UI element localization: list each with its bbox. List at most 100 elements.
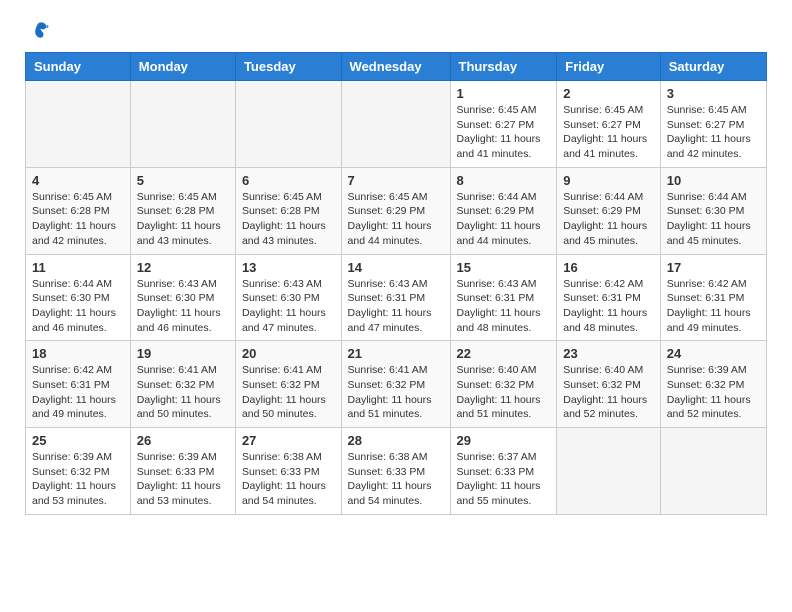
calendar-cell: 4 Sunrise: 6:45 AM Sunset: 6:28 PM Daylig… (26, 167, 131, 254)
calendar-cell (235, 81, 341, 168)
day-info: Sunrise: 6:45 AM Sunset: 6:27 PM Dayligh… (667, 103, 760, 162)
calendar-cell: 19 Sunrise: 6:41 AM Sunset: 6:32 PM Dayli… (130, 341, 235, 428)
calendar-cell: 26 Sunrise: 6:39 AM Sunset: 6:33 PM Dayli… (130, 428, 235, 515)
calendar-cell: 16 Sunrise: 6:42 AM Sunset: 6:31 PM Dayli… (557, 254, 660, 341)
day-number: 10 (667, 173, 760, 188)
day-info: Sunrise: 6:42 AM Sunset: 6:31 PM Dayligh… (32, 363, 124, 422)
calendar-cell: 25Sunrise: 6:39 AM Sunset: 6:32 PM Dayli… (26, 428, 131, 515)
calendar-container: SundayMondayTuesdayWednesdayThursdayFrid… (10, 47, 782, 525)
day-info: Sunrise: 6:42 AM Sunset: 6:31 PM Dayligh… (667, 277, 760, 336)
day-number: 27 (242, 433, 335, 448)
day-number: 9 (563, 173, 653, 188)
day-number: 14 (348, 260, 444, 275)
calendar-week-row: 4 Sunrise: 6:45 AM Sunset: 6:28 PM Daylig… (26, 167, 767, 254)
day-info: Sunrise: 6:39 AM Sunset: 6:32 PM Dayligh… (667, 363, 760, 422)
day-number: 29 (457, 433, 551, 448)
col-header-sunday: Sunday (26, 53, 131, 81)
day-number: 26 (137, 433, 229, 448)
col-header-thursday: Thursday (450, 53, 557, 81)
logo (25, 20, 49, 42)
calendar-cell: 9Sunrise: 6:44 AM Sunset: 6:29 PM Daylig… (557, 167, 660, 254)
calendar-week-row: 11 Sunrise: 6:44 AM Sunset: 6:30 PM Dayli… (26, 254, 767, 341)
calendar-cell: 20Sunrise: 6:41 AM Sunset: 6:32 PM Dayli… (235, 341, 341, 428)
day-number: 22 (457, 346, 551, 361)
day-info: Sunrise: 6:37 AM Sunset: 6:33 PM Dayligh… (457, 450, 551, 509)
calendar-week-row: 25Sunrise: 6:39 AM Sunset: 6:32 PM Dayli… (26, 428, 767, 515)
day-info: Sunrise: 6:44 AM Sunset: 6:29 PM Dayligh… (457, 190, 551, 249)
day-number: 11 (32, 260, 124, 275)
day-number: 19 (137, 346, 229, 361)
day-number: 17 (667, 260, 760, 275)
day-info: Sunrise: 6:40 AM Sunset: 6:32 PM Dayligh… (457, 363, 551, 422)
day-info: Sunrise: 6:41 AM Sunset: 6:32 PM Dayligh… (242, 363, 335, 422)
day-info: Sunrise: 6:45 AM Sunset: 6:27 PM Dayligh… (457, 103, 551, 162)
day-info: Sunrise: 6:38 AM Sunset: 6:33 PM Dayligh… (242, 450, 335, 509)
day-number: 3 (667, 86, 760, 101)
day-info: Sunrise: 6:45 AM Sunset: 6:27 PM Dayligh… (563, 103, 653, 162)
day-info: Sunrise: 6:43 AM Sunset: 6:30 PM Dayligh… (137, 277, 229, 336)
calendar-cell: 22 Sunrise: 6:40 AM Sunset: 6:32 PM Dayli… (450, 341, 557, 428)
calendar-cell (341, 81, 450, 168)
day-number: 21 (348, 346, 444, 361)
calendar-cell: 7 Sunrise: 6:45 AM Sunset: 6:29 PM Daylig… (341, 167, 450, 254)
day-number: 13 (242, 260, 335, 275)
col-header-monday: Monday (130, 53, 235, 81)
day-number: 12 (137, 260, 229, 275)
col-header-friday: Friday (557, 53, 660, 81)
day-info: Sunrise: 6:39 AM Sunset: 6:33 PM Dayligh… (137, 450, 229, 509)
calendar-cell: 18 Sunrise: 6:42 AM Sunset: 6:31 PM Dayli… (26, 341, 131, 428)
calendar-cell: 8 Sunrise: 6:44 AM Sunset: 6:29 PM Daylig… (450, 167, 557, 254)
calendar-cell: 14 Sunrise: 6:43 AM Sunset: 6:31 PM Dayli… (341, 254, 450, 341)
calendar-cell: 17 Sunrise: 6:42 AM Sunset: 6:31 PM Dayli… (660, 254, 766, 341)
calendar-cell (557, 428, 660, 515)
calendar-header-row: SundayMondayTuesdayWednesdayThursdayFrid… (26, 53, 767, 81)
day-number: 7 (348, 173, 444, 188)
day-info: Sunrise: 6:38 AM Sunset: 6:33 PM Dayligh… (348, 450, 444, 509)
day-info: Sunrise: 6:40 AM Sunset: 6:32 PM Dayligh… (563, 363, 653, 422)
calendar-cell: 21Sunrise: 6:41 AM Sunset: 6:32 PM Dayli… (341, 341, 450, 428)
calendar-cell: 12 Sunrise: 6:43 AM Sunset: 6:30 PM Dayli… (130, 254, 235, 341)
day-info: Sunrise: 6:45 AM Sunset: 6:29 PM Dayligh… (348, 190, 444, 249)
day-info: Sunrise: 6:43 AM Sunset: 6:30 PM Dayligh… (242, 277, 335, 336)
day-info: Sunrise: 6:42 AM Sunset: 6:31 PM Dayligh… (563, 277, 653, 336)
day-number: 8 (457, 173, 551, 188)
day-number: 18 (32, 346, 124, 361)
calendar-cell: 29 Sunrise: 6:37 AM Sunset: 6:33 PM Dayli… (450, 428, 557, 515)
day-info: Sunrise: 6:45 AM Sunset: 6:28 PM Dayligh… (242, 190, 335, 249)
calendar-week-row: 1Sunrise: 6:45 AM Sunset: 6:27 PM Daylig… (26, 81, 767, 168)
calendar-cell: 6Sunrise: 6:45 AM Sunset: 6:28 PM Daylig… (235, 167, 341, 254)
day-info: Sunrise: 6:43 AM Sunset: 6:31 PM Dayligh… (457, 277, 551, 336)
calendar-cell: 10 Sunrise: 6:44 AM Sunset: 6:30 PM Dayli… (660, 167, 766, 254)
day-info: Sunrise: 6:44 AM Sunset: 6:30 PM Dayligh… (32, 277, 124, 336)
calendar-cell: 15 Sunrise: 6:43 AM Sunset: 6:31 PM Dayli… (450, 254, 557, 341)
calendar-cell: 11 Sunrise: 6:44 AM Sunset: 6:30 PM Dayli… (26, 254, 131, 341)
logo-bird-icon (27, 20, 49, 42)
calendar-cell: 23 Sunrise: 6:40 AM Sunset: 6:32 PM Dayli… (557, 341, 660, 428)
col-header-tuesday: Tuesday (235, 53, 341, 81)
day-number: 4 (32, 173, 124, 188)
calendar-cell: 13 Sunrise: 6:43 AM Sunset: 6:30 PM Dayli… (235, 254, 341, 341)
day-number: 23 (563, 346, 653, 361)
day-number: 24 (667, 346, 760, 361)
day-number: 5 (137, 173, 229, 188)
day-info: Sunrise: 6:45 AM Sunset: 6:28 PM Dayligh… (32, 190, 124, 249)
day-number: 2 (563, 86, 653, 101)
calendar-cell (130, 81, 235, 168)
day-info: Sunrise: 6:45 AM Sunset: 6:28 PM Dayligh… (137, 190, 229, 249)
day-info: Sunrise: 6:44 AM Sunset: 6:30 PM Dayligh… (667, 190, 760, 249)
calendar-cell (26, 81, 131, 168)
calendar-cell: 24 Sunrise: 6:39 AM Sunset: 6:32 PM Dayli… (660, 341, 766, 428)
day-info: Sunrise: 6:41 AM Sunset: 6:32 PM Dayligh… (137, 363, 229, 422)
calendar-cell: 28 Sunrise: 6:38 AM Sunset: 6:33 PM Dayli… (341, 428, 450, 515)
calendar-cell: 27 Sunrise: 6:38 AM Sunset: 6:33 PM Dayli… (235, 428, 341, 515)
day-number: 25 (32, 433, 124, 448)
col-header-saturday: Saturday (660, 53, 766, 81)
day-number: 15 (457, 260, 551, 275)
calendar-cell: 3 Sunrise: 6:45 AM Sunset: 6:27 PM Daylig… (660, 81, 766, 168)
day-number: 28 (348, 433, 444, 448)
calendar-cell: 5 Sunrise: 6:45 AM Sunset: 6:28 PM Daylig… (130, 167, 235, 254)
calendar-cell: 1Sunrise: 6:45 AM Sunset: 6:27 PM Daylig… (450, 81, 557, 168)
day-info: Sunrise: 6:43 AM Sunset: 6:31 PM Dayligh… (348, 277, 444, 336)
header (10, 10, 782, 47)
day-number: 16 (563, 260, 653, 275)
